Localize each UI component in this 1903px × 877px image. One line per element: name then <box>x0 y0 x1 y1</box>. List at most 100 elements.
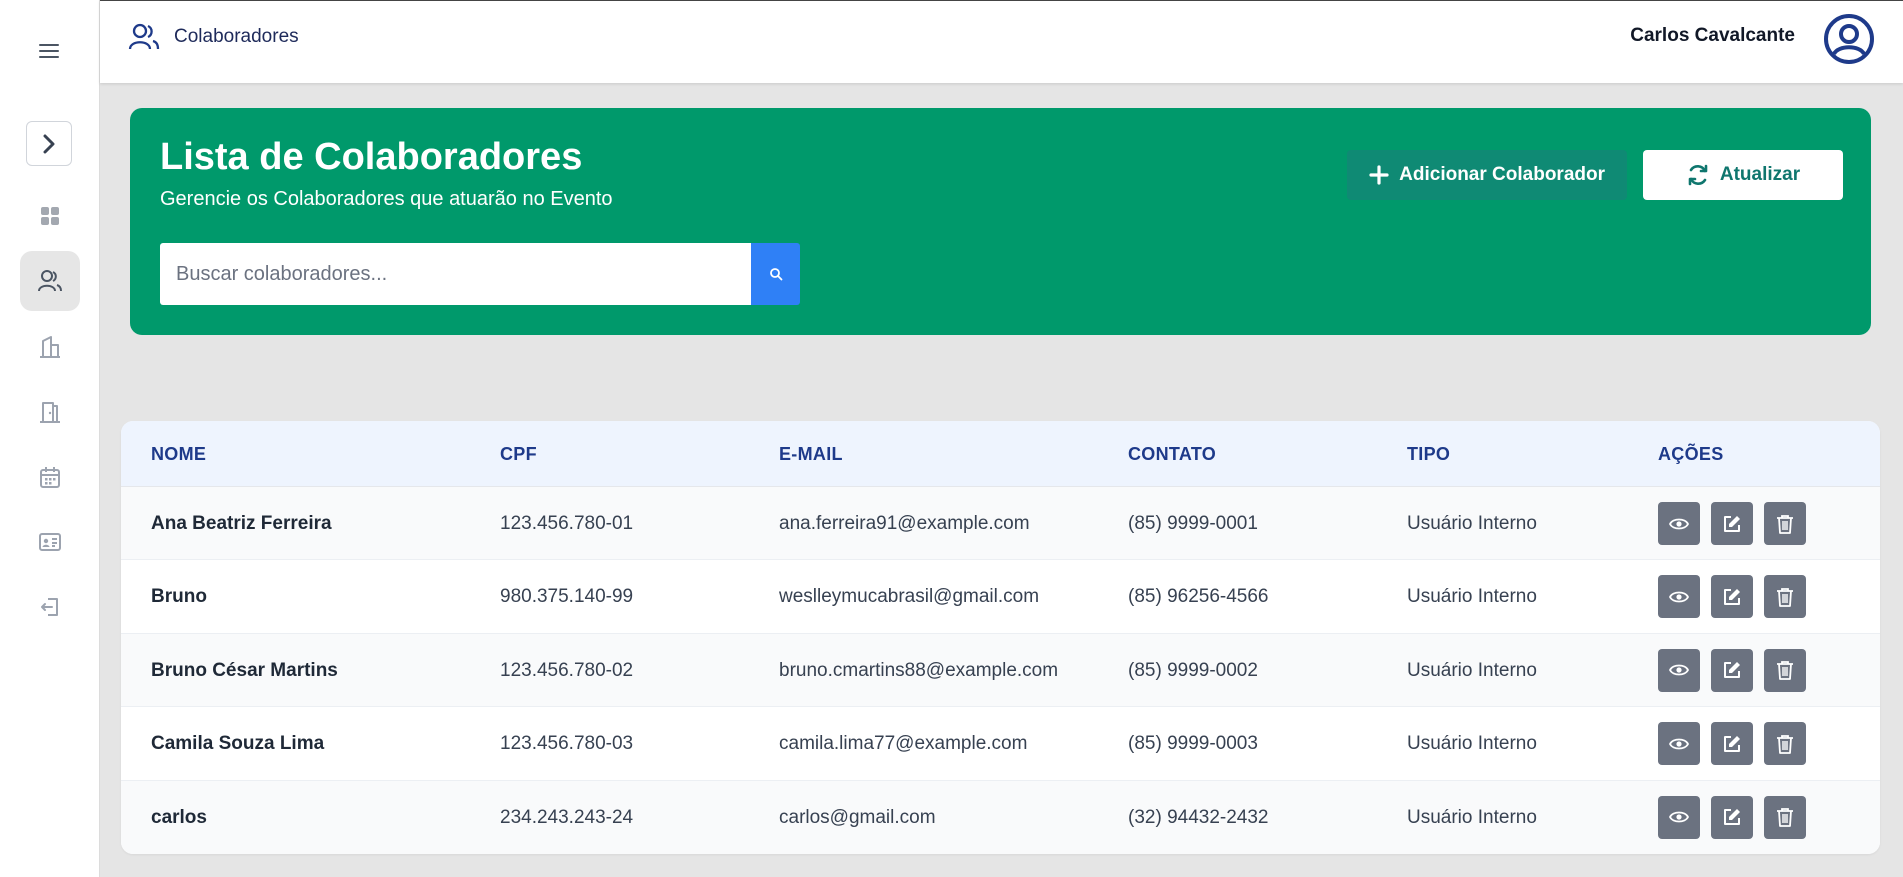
collaborators-banner: Lista de Colaboradores Gerencie os Colab… <box>130 108 1871 335</box>
column-header-contato: CONTATO <box>1128 444 1217 464</box>
dashboard-icon <box>41 207 59 225</box>
edit-button[interactable] <box>1711 722 1753 766</box>
cell-cpf: 123.456.780-03 <box>500 733 634 755</box>
user-avatar-icon[interactable] <box>1823 13 1875 65</box>
delete-button[interactable] <box>1764 722 1806 766</box>
banner-title: Lista de Colaboradores <box>160 136 583 178</box>
column-header-tipo: TIPO <box>1407 444 1451 464</box>
page-title: Colaboradores <box>174 26 299 47</box>
edit-button[interactable] <box>1711 795 1753 839</box>
search-input[interactable] <box>160 243 751 305</box>
door-icon <box>40 402 60 423</box>
trash-icon <box>1777 514 1793 534</box>
logout-icon <box>41 598 58 616</box>
row-actions <box>1658 722 1806 766</box>
chevron-right-icon <box>43 134 55 153</box>
column-header-nome: NOME <box>151 444 207 464</box>
delete-button[interactable] <box>1764 575 1806 619</box>
sidebar-item-buildings[interactable] <box>20 317 80 377</box>
sidebar <box>0 0 100 877</box>
sidebar-item-rooms[interactable] <box>20 382 80 442</box>
cell-contato: (85) 9999-0002 <box>1128 659 1258 681</box>
edit-button[interactable] <box>1711 648 1753 692</box>
table-row: Bruno 980.375.140-99 weslleymucabrasil@g… <box>121 560 1880 634</box>
cell-tipo: Usuário Interno <box>1407 806 1537 828</box>
edit-icon <box>1724 515 1740 532</box>
row-actions <box>1658 648 1806 692</box>
table-row: carlos 234.243.243-24 carlos@gmail.com (… <box>121 780 1880 854</box>
cell-email: camila.lima77@example.com <box>779 733 1028 755</box>
edit-button[interactable] <box>1711 502 1753 545</box>
table-row: Ana Beatriz Ferreira 123.456.780-01 ana.… <box>121 487 1880 561</box>
eye-icon <box>1669 664 1689 676</box>
cell-nome: Bruno César Martins <box>151 659 338 681</box>
cell-nome: Bruno <box>151 586 207 608</box>
refresh-label: Atualizar <box>1719 164 1801 185</box>
cell-email: bruno.cmartins88@example.com <box>779 659 1059 681</box>
users-icon <box>38 270 62 292</box>
trash-icon <box>1777 808 1793 827</box>
sidebar-item-logout[interactable] <box>20 577 80 637</box>
building-icon <box>40 336 60 358</box>
trash-icon <box>1777 661 1793 681</box>
row-actions <box>1658 795 1806 839</box>
cell-nome: carlos <box>151 806 207 828</box>
refresh-icon <box>1688 164 1708 186</box>
add-collaborator-label: Adicionar Colaborador <box>1399 164 1605 185</box>
top-header: Colaboradores Carlos Cavalcante <box>100 0 1903 83</box>
table-body: Ana Beatriz Ferreira 123.456.780-01 ana.… <box>121 487 1880 854</box>
delete-button[interactable] <box>1764 648 1806 692</box>
cell-cpf: 234.243.243-24 <box>500 806 634 828</box>
search-button[interactable] <box>751 243 800 305</box>
eye-icon <box>1669 811 1689 823</box>
sidebar-item-dashboard[interactable] <box>20 186 80 246</box>
edit-button[interactable] <box>1711 575 1753 619</box>
cell-tipo: Usuário Interno <box>1407 733 1537 755</box>
table-row: Bruno César Martins 123.456.780-02 bruno… <box>121 633 1880 708</box>
cell-tipo: Usuário Interno <box>1407 586 1537 608</box>
edit-icon <box>1724 735 1740 752</box>
collaborators-table: NOME CPF E-MAIL CONTATO TIPO AÇÕES Ana B… <box>121 421 1880 854</box>
add-collaborator-button[interactable]: Adicionar Colaborador <box>1347 150 1627 200</box>
sidebar-expand-button[interactable] <box>26 121 72 166</box>
cell-cpf: 980.375.140-99 <box>500 586 634 608</box>
edit-icon <box>1724 809 1740 826</box>
refresh-button[interactable]: Atualizar <box>1643 150 1843 200</box>
row-actions <box>1658 575 1806 619</box>
users-icon <box>128 23 160 50</box>
user-name: Carlos Cavalcante <box>1630 25 1795 46</box>
eye-icon <box>1669 591 1689 603</box>
column-header-acoes: AÇÕES <box>1658 444 1724 464</box>
cell-email: weslleymucabrasil@gmail.com <box>779 586 1040 608</box>
id-card-icon <box>39 533 61 551</box>
calendar-icon <box>40 467 60 488</box>
cell-email: carlos@gmail.com <box>779 806 936 828</box>
hamburger-menu-icon[interactable] <box>36 40 62 62</box>
view-button[interactable] <box>1658 502 1700 545</box>
banner-subtitle: Gerencie os Colaboradores que atuarão no… <box>160 188 613 210</box>
view-button[interactable] <box>1658 722 1700 766</box>
cell-cpf: 123.456.780-01 <box>500 513 634 534</box>
eye-icon <box>1669 738 1689 750</box>
cell-contato: (85) 96256-4566 <box>1128 586 1269 608</box>
view-button[interactable] <box>1658 575 1700 619</box>
delete-button[interactable] <box>1764 502 1806 545</box>
sidebar-item-credentials[interactable] <box>20 512 80 572</box>
eye-icon <box>1669 518 1689 529</box>
table-header: NOME CPF E-MAIL CONTATO TIPO AÇÕES <box>121 421 1880 487</box>
edit-icon <box>1724 662 1740 679</box>
cell-contato: (85) 9999-0003 <box>1128 733 1258 755</box>
row-actions <box>1658 502 1806 545</box>
breadcrumb: Colaboradores <box>128 21 299 53</box>
view-button[interactable] <box>1658 648 1700 692</box>
sidebar-item-colaboradores[interactable] <box>20 251 80 311</box>
view-button[interactable] <box>1658 795 1700 839</box>
trash-icon <box>1777 587 1793 607</box>
plus-icon <box>1369 165 1389 185</box>
column-header-email: E-MAIL <box>779 444 843 464</box>
edit-icon <box>1724 588 1740 605</box>
sidebar-item-events[interactable] <box>20 447 80 507</box>
cell-contato: (32) 94432-2432 <box>1128 806 1269 828</box>
column-header-cpf: CPF <box>500 444 537 464</box>
delete-button[interactable] <box>1764 795 1806 839</box>
